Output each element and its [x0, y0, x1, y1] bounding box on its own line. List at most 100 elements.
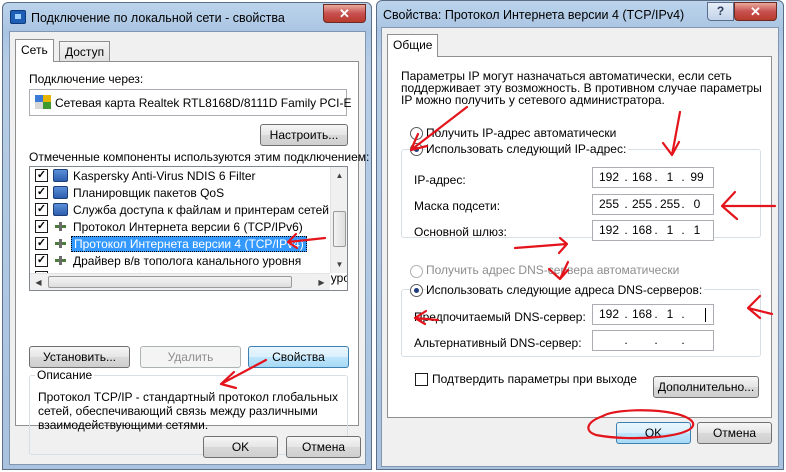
network-adapter-icon: [35, 95, 51, 109]
properties-button[interactable]: Свойства: [248, 346, 349, 368]
description-line-3: взаимодействующими сетями.: [38, 418, 209, 432]
dns-auto-radio[interactable]: [410, 265, 423, 278]
network-service-icon: [53, 186, 68, 199]
component-checkbox[interactable]: ✓: [35, 203, 48, 216]
component-checkbox[interactable]: ✓: [35, 186, 48, 199]
scroll-right-icon[interactable]: ▶: [313, 274, 330, 290]
left-titlebar[interactable]: Подключение по локальной сети - свойства…: [3, 3, 371, 31]
ipv4-properties-window: Свойства: Протокол Интернета версии 4 (T…: [376, 0, 784, 470]
general-tab-panel: Параметры IP могут назначаться автоматич…: [387, 56, 772, 418]
network-tab-panel: Подключение через: Сетевая карта Realtek…: [15, 61, 369, 455]
right-titlebar[interactable]: Свойства: Протокол Интернета версии 4 (T…: [377, 1, 783, 29]
ip-manual-radio[interactable]: [410, 143, 423, 156]
component-row[interactable]: ✓ Планировщик пакетов QoS: [30, 185, 330, 201]
ip-octet-2[interactable]: 168: [628, 168, 656, 187]
pref-dns-octet-2[interactable]: 168: [628, 305, 656, 324]
component-checkbox[interactable]: ✓: [35, 237, 48, 250]
subnet-label: Маска подсети:: [414, 199, 501, 213]
ip-address-field[interactable]: 192. 168. 1. 99: [592, 167, 714, 188]
left-cancel-button[interactable]: Отмена: [286, 436, 361, 458]
component-row[interactable]: ✓ Протокол Интернета версии 6 (TCP/IPv6): [30, 219, 330, 235]
protocol-icon: [53, 254, 68, 267]
components-label: Отмеченные компоненты используются этим …: [29, 150, 370, 164]
gateway-octet-1[interactable]: 192: [595, 221, 623, 240]
components-hscrollbar[interactable]: ◀ ▶: [30, 273, 330, 290]
scroll-thumb[interactable]: [333, 211, 346, 247]
alternate-dns-label: Альтернативный DNS-сервер:: [414, 336, 582, 350]
gateway-label: Основной шлюз:: [414, 225, 507, 239]
component-label: Протокол Интернета версии 4 (TCP/IPv4): [71, 236, 307, 252]
component-label: Служба доступа к файлам и принтерам сете…: [73, 203, 348, 217]
dns-manual-radio[interactable]: [410, 284, 423, 297]
left-properties-window: Подключение по локальной сети - свойства…: [2, 2, 372, 470]
right-ok-button[interactable]: OK: [616, 422, 691, 444]
subnet-field[interactable]: 255. 255. 255. 0: [592, 194, 714, 215]
component-label: Протокол Интернета версии 6 (TCP/IPv6): [73, 220, 303, 234]
adapter-name: Сетевая карта Realtek RTL8168D/8111D Fam…: [55, 96, 352, 110]
description-label: Описание: [35, 368, 95, 382]
protocol-icon: [53, 220, 68, 233]
description-line-1: Протокол TCP/IP - стандартный протокол г…: [38, 390, 338, 404]
validate-label[interactable]: Подтвердить параметры при выходе: [432, 372, 637, 386]
left-close-button[interactable]: ✕: [323, 4, 366, 23]
ip-address-label: IP-адрес:: [414, 173, 466, 187]
network-connection-icon: [10, 10, 26, 24]
components-list[interactable]: ✓ Kaspersky Anti-Virus NDIS 6 Filter ✓ План…: [29, 166, 348, 291]
subnet-octet-1[interactable]: 255: [595, 195, 623, 214]
right-window-title: Свойства: Протокол Интернета версии 4 (T…: [383, 8, 685, 22]
component-row[interactable]: ✓ Драйвер в/в тополога канального уровня: [30, 253, 330, 269]
scroll-up-icon[interactable]: ▲: [331, 167, 347, 184]
install-button[interactable]: Установить...: [29, 346, 130, 368]
gateway-octet-4[interactable]: 1: [683, 221, 711, 240]
protocol-icon: [53, 237, 68, 250]
dns-auto-label[interactable]: Получить адрес DNS-сервера автоматически: [426, 263, 679, 277]
component-row[interactable]: ✓ Служба доступа к файлам и принтерам сет…: [30, 202, 347, 218]
advanced-button[interactable]: Дополнительно...: [653, 376, 759, 398]
component-checkbox[interactable]: ✓: [35, 220, 48, 233]
tab-sharing[interactable]: Доступ: [59, 41, 111, 62]
ip-auto-radio[interactable]: [410, 127, 423, 140]
component-row[interactable]: ✓ Kaspersky Anti-Virus NDIS 6 Filter: [30, 168, 330, 184]
component-label: Планировщик пакетов QoS: [73, 186, 225, 200]
ip-manual-label[interactable]: Использовать следующий IP-адрес:: [426, 142, 629, 156]
subnet-octet-2[interactable]: 255: [628, 195, 656, 214]
network-service-icon: [53, 203, 68, 216]
ip-auto-label[interactable]: Получить IP-адрес автоматически: [426, 126, 616, 140]
validate-checkbox[interactable]: [415, 373, 428, 386]
component-label: Драйвер в/в тополога канального уровня: [73, 254, 302, 268]
preferred-dns-label: Предпочитаемый DNS-сервер:: [414, 310, 586, 324]
tab-general[interactable]: Общие: [387, 34, 439, 57]
remove-button[interactable]: Удалить: [140, 346, 241, 368]
left-client-area: Сеть Доступ Подключение через: Сетевая к…: [9, 31, 369, 465]
right-client-area: Общие Параметры IP могут назначаться авт…: [381, 27, 779, 467]
ip-octet-1[interactable]: 192: [595, 168, 623, 187]
component-row[interactable]: ✓ Протокол Интернета версии 4 (TCP/IPv4): [30, 236, 330, 252]
component-checkbox[interactable]: ✓: [35, 254, 48, 267]
ip-octet-4[interactable]: 99: [683, 168, 711, 187]
right-cancel-button[interactable]: Отмена: [697, 422, 772, 444]
components-vscrollbar[interactable]: ▲ ▼: [330, 167, 347, 273]
right-close-button[interactable]: ✕: [734, 2, 777, 21]
configure-button[interactable]: Настроить...: [260, 124, 348, 146]
preferred-dns-field[interactable]: 192. 168. 1.: [592, 304, 714, 325]
left-ok-button[interactable]: OK: [203, 436, 278, 458]
adapter-field: Сетевая карта Realtek RTL8168D/8111D Fam…: [29, 89, 351, 116]
scroll-down-icon[interactable]: ▼: [331, 256, 347, 273]
text-cursor: [705, 308, 706, 322]
component-label: Kaspersky Anti-Virus NDIS 6 Filter: [73, 169, 256, 183]
scroll-left-icon[interactable]: ◀: [30, 274, 47, 290]
left-window-title: Подключение по локальной сети - свойства: [31, 11, 285, 25]
tab-network[interactable]: Сеть: [15, 39, 54, 62]
gateway-field[interactable]: 192. 168. 1. 1: [592, 220, 714, 241]
dns-manual-label[interactable]: Использовать следующие адреса DNS-сервер…: [426, 283, 705, 297]
network-filter-icon: [53, 169, 68, 182]
pref-dns-octet-1[interactable]: 192: [595, 305, 623, 324]
description-line-2: сетей, обеспечивающий связь между различ…: [38, 404, 318, 418]
scroll-thumb-horizontal[interactable]: [48, 276, 292, 288]
gateway-octet-2[interactable]: 168: [628, 221, 656, 240]
intro-line-3: IP можно получить у сетевого администрат…: [401, 93, 665, 107]
help-button[interactable]: ?: [707, 2, 734, 21]
alternate-dns-field[interactable]: . . .: [592, 330, 714, 351]
component-checkbox[interactable]: ✓: [35, 169, 48, 182]
subnet-octet-4[interactable]: 0: [683, 195, 711, 214]
